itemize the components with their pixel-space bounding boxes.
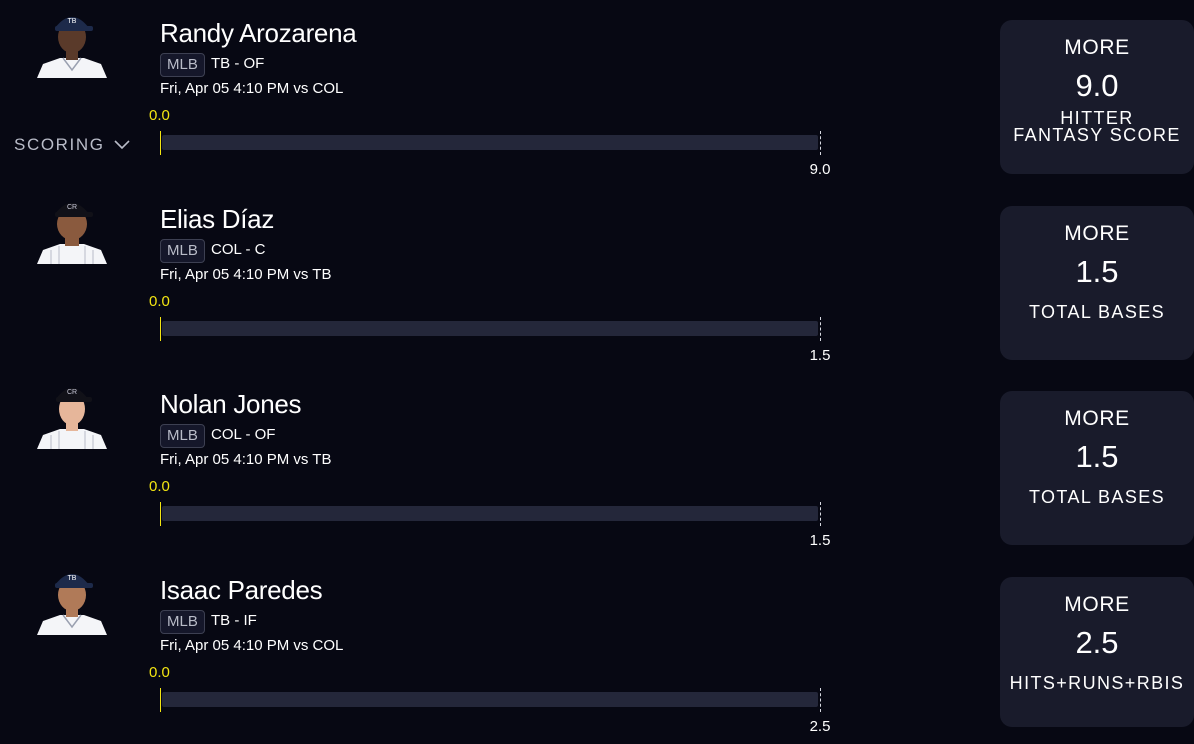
team-position: COL - C [211, 241, 266, 258]
chevron-down-icon [113, 135, 131, 155]
line-value: 2.5 [1075, 625, 1119, 660]
current-value: 0.0 [149, 478, 170, 495]
target-marker [820, 317, 821, 341]
player-headshot: TB [33, 563, 111, 635]
direction-label: MORE [1064, 593, 1130, 616]
stat-label: TOTAL BASES [1028, 302, 1166, 322]
progress-bar [162, 506, 818, 521]
player-headshot: TB [33, 6, 111, 78]
stat-label: HITS+RUNS+RBIS [1009, 673, 1185, 693]
player-headshot: CR [33, 192, 111, 264]
target-value: 1.5 [809, 347, 831, 364]
direction-label: MORE [1064, 36, 1130, 59]
current-value: 0.0 [149, 107, 170, 124]
pick-row: CR Nolan Jones MLB COL - OF Fri, Apr 05 … [0, 371, 1194, 556]
scoring-label: SCORING [14, 135, 105, 154]
target-value: 9.0 [809, 161, 831, 178]
prop-card[interactable]: MORE 1.5 TOTAL BASES [1000, 206, 1194, 360]
line-value: 1.5 [1075, 439, 1119, 474]
start-marker [160, 502, 161, 526]
game-time: Fri, Apr 05 4:10 PM vs COL [160, 80, 344, 97]
progress-bar [162, 321, 818, 336]
pick-row: TB Isaac Paredes MLB TB - IF Fri, Apr 05… [0, 557, 1194, 742]
target-value: 2.5 [809, 718, 831, 735]
team-position: COL - OF [211, 426, 276, 443]
player-name: Elias Díaz [160, 204, 275, 234]
scoring-toggle[interactable]: SCORING [14, 135, 131, 155]
prop-card[interactable]: MORE 9.0 HITTER FANTASY SCORE [1000, 20, 1194, 174]
stat-label: HITTER FANTASY SCORE [1013, 108, 1181, 145]
cap-logo: TB [68, 18, 77, 25]
pick-row: CR Elias Díaz MLB COL - C Fri, Apr 05 4:… [0, 186, 1194, 371]
pick-row: TB Randy Arozarena MLB TB - OF Fri, Apr … [0, 0, 1194, 185]
league-badge: MLB [160, 424, 205, 448]
direction-label: MORE [1064, 222, 1130, 245]
league-badge: MLB [160, 239, 205, 263]
current-value: 0.0 [149, 664, 170, 681]
prop-card[interactable]: MORE 2.5 HITS+RUNS+RBIS [1000, 577, 1194, 727]
cap-logo: CR [67, 389, 77, 396]
start-marker [160, 131, 161, 155]
start-marker [160, 688, 161, 712]
target-marker [820, 688, 821, 712]
game-time: Fri, Apr 05 4:10 PM vs COL [160, 637, 344, 654]
player-headshot: CR [33, 377, 111, 449]
player-name: Randy Arozarena [160, 18, 357, 48]
team-position: TB - OF [211, 55, 265, 72]
player-name: Isaac Paredes [160, 575, 323, 605]
target-value: 1.5 [809, 532, 831, 549]
line-value: 1.5 [1075, 254, 1119, 289]
progress-bar [162, 135, 818, 150]
target-marker [820, 502, 821, 526]
prop-card[interactable]: MORE 1.5 TOTAL BASES [1000, 391, 1194, 545]
game-time: Fri, Apr 05 4:10 PM vs TB [160, 451, 332, 468]
game-time: Fri, Apr 05 4:10 PM vs TB [160, 266, 332, 283]
cap-logo: CR [67, 204, 77, 211]
league-badge: MLB [160, 53, 205, 77]
start-marker [160, 317, 161, 341]
team-position: TB - IF [211, 612, 257, 629]
player-name: Nolan Jones [160, 389, 302, 419]
stat-label: TOTAL BASES [1028, 487, 1166, 507]
cap-logo: TB [68, 575, 77, 582]
current-value: 0.0 [149, 293, 170, 310]
progress-bar [162, 692, 818, 707]
line-value: 9.0 [1075, 68, 1119, 103]
direction-label: MORE [1064, 407, 1130, 430]
league-badge: MLB [160, 610, 205, 634]
target-marker [820, 131, 821, 155]
